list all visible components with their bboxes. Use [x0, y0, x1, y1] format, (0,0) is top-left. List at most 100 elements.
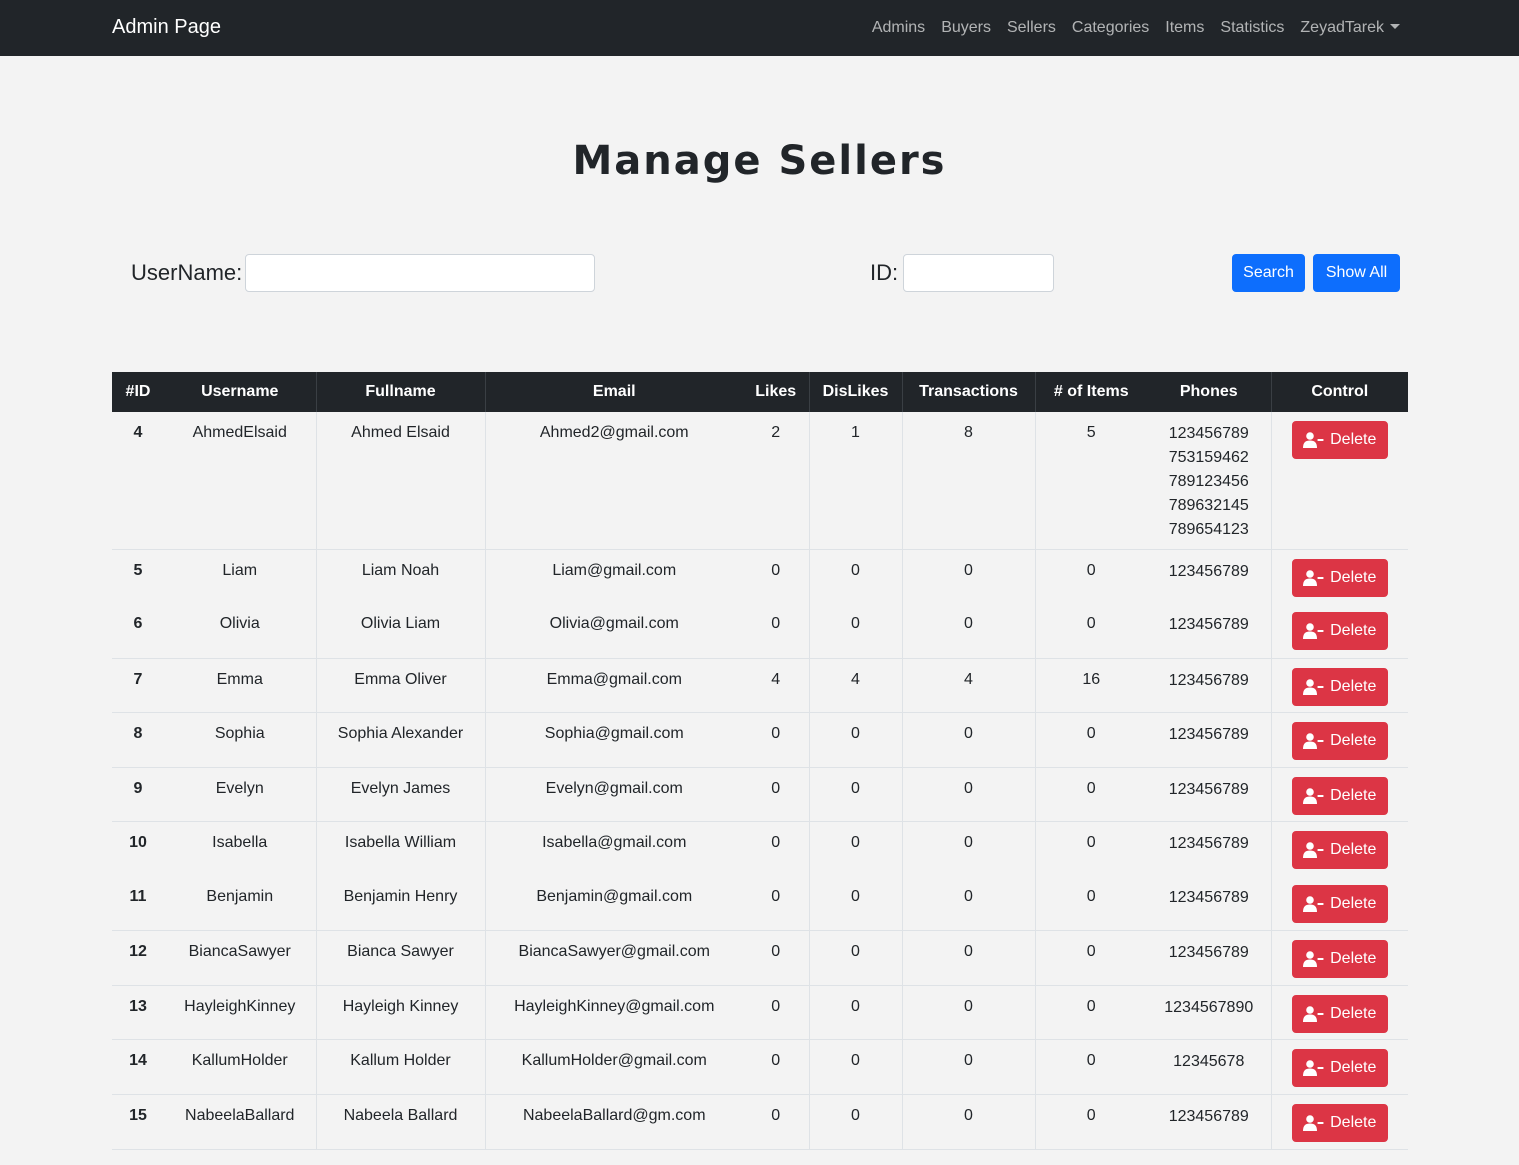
cell-dislikes: 0 [808, 767, 902, 822]
table-row: 14 KallumHolder Kallum Holder KallumHolder@… [112, 1039, 1408, 1095]
delete-button[interactable]: Delete [1291, 776, 1388, 815]
user-minus-icon [1303, 950, 1324, 967]
table-row: 11 Benjamin Benjamin Henry Benjamin@gmail.c… [112, 876, 1408, 931]
cell-likes: 0 [743, 930, 809, 986]
delete-button-label: Delete [1330, 895, 1377, 912]
delete-button-label: Delete [1330, 1004, 1377, 1022]
cell-dislikes: 0 [808, 1094, 902, 1150]
col-header-fullname: Fullname [315, 372, 485, 412]
delete-button[interactable]: Delete [1291, 1103, 1388, 1142]
cell-email: Emma@gmail.com [484, 658, 743, 713]
table-header-row: #ID Username Fullname Email Likes DisLik… [112, 372, 1408, 412]
cell-likes: 0 [743, 603, 809, 659]
col-header-email: Email [484, 372, 743, 412]
delete-button[interactable]: Delete [1291, 830, 1388, 869]
delete-button[interactable]: Delete [1291, 612, 1388, 650]
sellers-table: #ID Username Fullname Email Likes DisLik… [112, 372, 1408, 1150]
cell-control: Delete [1270, 603, 1408, 659]
phone-number: 123456789 [1168, 1107, 1249, 1125]
phone-number: 789654123 [1168, 521, 1249, 538]
user-minus-icon [1303, 1059, 1324, 1076]
cell-email: Sophia@gmail.com [484, 712, 743, 768]
delete-button[interactable]: Delete [1291, 421, 1388, 459]
cell-dislikes: 0 [808, 930, 902, 986]
phone-number: 12345678 [1173, 1052, 1245, 1070]
cell-phones: 123456789 [1147, 1094, 1271, 1150]
table-row: 12 BiancaSawyer Bianca Sawyer BiancaSawyer@… [112, 930, 1408, 986]
cell-items: 0 [1034, 603, 1147, 659]
cell-transactions: 0 [901, 930, 1035, 986]
cell-transactions: 0 [901, 985, 1035, 1040]
cell-fullname: Sophia Alexander [315, 712, 485, 768]
nav-link-buyers[interactable]: Buyers [941, 19, 991, 37]
cell-username: NabeelaBallard [164, 1094, 316, 1150]
table-body: 4 AhmedElsaid Ahmed Elsaid Ahmed2@gmail.com… [112, 412, 1408, 1150]
search-button[interactable]: Search [1232, 254, 1305, 292]
cell-dislikes: 0 [808, 1039, 902, 1095]
navbar-brand[interactable]: Admin Page [112, 16, 221, 39]
username-label: UserName: [131, 260, 243, 285]
phone-number: 123456789 [1168, 780, 1249, 798]
user-menu-label: ZeyadTarek [1300, 19, 1384, 36]
delete-button[interactable]: Delete [1291, 939, 1388, 978]
delete-button[interactable]: Delete [1291, 558, 1388, 597]
table-row: 4 AhmedElsaid Ahmed Elsaid Ahmed2@gmail.com… [112, 412, 1408, 550]
cell-phones: 123456789 [1147, 767, 1271, 822]
delete-button[interactable]: Delete [1291, 885, 1388, 923]
cell-likes: 0 [743, 712, 809, 768]
nav-link-items[interactable]: Items [1165, 19, 1204, 37]
cell-phones: 123456789 [1147, 712, 1271, 768]
cell-dislikes: 0 [808, 712, 902, 768]
cell-items: 16 [1034, 658, 1147, 713]
cell-likes: 0 [771, 833, 781, 851]
phone-number: 123456789 [1168, 725, 1249, 743]
delete-button[interactable]: Delete [1291, 721, 1388, 760]
cell-phones: 123456789 [1147, 821, 1271, 876]
col-header-control: Control [1270, 372, 1408, 412]
cell-control: Delete [1270, 767, 1408, 822]
cell-likes: 0 [743, 876, 809, 931]
col-header-phones: Phones [1147, 372, 1271, 412]
cell-username: Benjamin [164, 876, 316, 931]
cell-control: Delete [1270, 821, 1408, 876]
cell-items: 0 [1034, 1094, 1147, 1150]
cell-likes: 0 [743, 767, 809, 822]
cell-id: 15 [112, 1094, 164, 1150]
delete-button[interactable]: Delete [1291, 667, 1388, 706]
cell-items: 0 [1034, 1039, 1147, 1095]
nav-link-admins[interactable]: Admins [872, 19, 925, 37]
cell-transactions: 0 [901, 876, 1035, 931]
cell-id: 7 [112, 658, 164, 713]
cell-control: Delete [1270, 985, 1408, 1040]
cell-username: BiancaSawyer [164, 930, 316, 986]
user-menu-dropdown[interactable]: ZeyadTarek [1300, 19, 1400, 37]
cell-id: 13 [112, 985, 164, 1040]
username-input[interactable] [245, 254, 595, 292]
cell-transactions: 0 [901, 603, 1035, 659]
cell-dislikes: 1 [808, 412, 902, 550]
cell-control: Delete [1270, 1039, 1408, 1095]
delete-button[interactable]: Delete [1291, 994, 1388, 1033]
col-header-id: #ID [112, 372, 164, 412]
cell-dislikes: 0 [808, 821, 902, 876]
cell-username: AhmedElsaid [164, 412, 316, 550]
cell-email: NabeelaBallard@gm.com [484, 1094, 743, 1150]
cell-likes: 2 [743, 412, 809, 550]
id-input[interactable] [903, 254, 1054, 292]
col-header-username: Username [164, 372, 316, 412]
cell-transactions: 4 [901, 658, 1035, 713]
cell-likes: 0 [743, 1039, 809, 1095]
cell-likes: 0 [743, 1094, 809, 1150]
cell-username: Sophia [164, 712, 316, 768]
phone-number: 123456789 [1168, 943, 1249, 961]
nav-link-categories[interactable]: Categories [1072, 19, 1149, 37]
user-minus-icon [1303, 678, 1324, 695]
cell-username: Emma [164, 658, 316, 713]
nav-link-sellers[interactable]: Sellers [1007, 19, 1056, 37]
nav-link-statistics[interactable]: Statistics [1220, 19, 1284, 37]
user-minus-icon [1303, 1114, 1324, 1131]
delete-button-label: Delete [1330, 677, 1377, 695]
delete-button[interactable]: Delete [1291, 1048, 1388, 1087]
cell-email: KallumHolder@gmail.com [484, 1039, 743, 1095]
show-all-button[interactable]: Show All [1313, 254, 1400, 292]
